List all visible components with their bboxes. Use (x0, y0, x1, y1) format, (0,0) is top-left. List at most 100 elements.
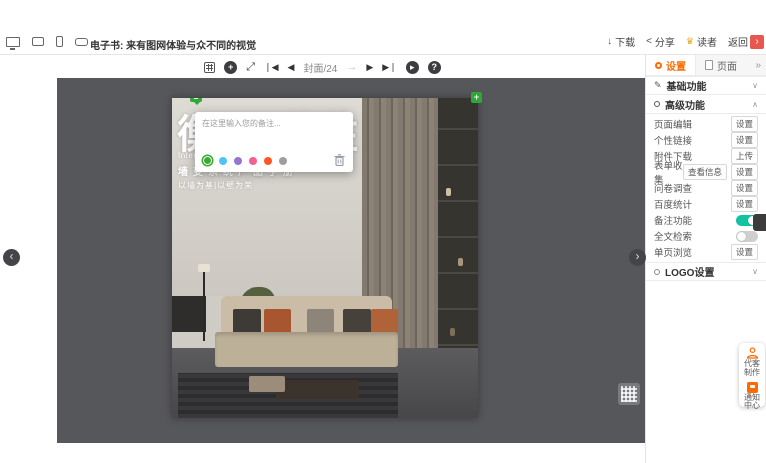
section-advanced-label: 高级功能 (665, 97, 705, 112)
cover-pillow (264, 309, 292, 335)
autoplay-icon[interactable]: ▸ (406, 61, 419, 74)
page-indicator[interactable]: 封面/24 (303, 60, 337, 75)
tab-pages[interactable]: 页面 (696, 55, 746, 75)
feature-controls: 设置 (731, 244, 758, 260)
share-icon: < (646, 36, 652, 47)
first-page-icon[interactable]: ❘◀ (264, 63, 278, 72)
feature-label: 问卷调查 (654, 181, 692, 195)
download-button[interactable]: ↓ 下载 (607, 34, 635, 49)
agent-service-label: 代客制作 (743, 360, 761, 378)
note-color-dot[interactable] (203, 156, 212, 165)
viewer-toolbar: + ⤢ ❘◀ ◀ 封面/24 → ▶ ▶❘ ▸ ? (0, 56, 645, 78)
reader-label: 读者 (697, 34, 717, 49)
sidebar-rows: 页面编辑设置个性链接设置附件下载上传表单收集查看信息设置问卷调查设置百度统计设置… (646, 114, 766, 262)
goto-page-icon[interactable]: → (346, 62, 357, 73)
feature-action-button[interactable]: 设置 (731, 132, 758, 148)
feature-label: 全文检索 (654, 229, 692, 243)
last-page-icon[interactable]: ▶❘ (382, 63, 396, 72)
section-advanced-functions[interactable]: 高级功能 ∧ (646, 95, 766, 114)
feature-toggle[interactable] (736, 231, 758, 242)
note-color-dot[interactable] (279, 157, 287, 165)
add-note-icon[interactable]: + (471, 92, 482, 103)
feature-row: 全文检索 (646, 228, 766, 244)
tab-settings[interactable]: 设置 (646, 55, 696, 75)
cover-pillow (371, 309, 399, 335)
cover-sofa-seat (215, 332, 399, 367)
feature-action-button[interactable]: 设置 (731, 180, 758, 196)
trash-icon[interactable] (334, 154, 345, 166)
notification-center-label: 通知中心 (743, 394, 761, 412)
feature-action-button[interactable]: 设置 (731, 244, 758, 260)
feature-row: 备注功能 (646, 212, 766, 228)
gear-icon (654, 101, 660, 107)
tab-pages-label: 页面 (717, 58, 737, 73)
next-page-nav-button[interactable]: › (629, 249, 646, 266)
prev-page-nav-button[interactable]: ‹ (3, 249, 20, 266)
feature-row: 页面编辑 设置 (646, 116, 766, 132)
floating-helper-widget: 代客制作 通知中心 (739, 343, 765, 407)
share-label: 分享 (655, 34, 675, 49)
zoom-in-icon[interactable]: + (224, 61, 237, 74)
note-color-dot[interactable] (234, 157, 242, 165)
download-icon: ↓ (607, 36, 612, 47)
back-button[interactable]: 返回 › (728, 34, 764, 49)
top-bar: 电子书: 来有图网体验与众不同的视觉 ↓ 下载 < 分享 ♛ 读者 返回 › (0, 30, 766, 55)
feature-controls: 查看信息设置 (683, 164, 758, 180)
cover-console (172, 296, 206, 331)
note-color-row (203, 156, 287, 165)
feature-row: 问卷调查 设置 (646, 180, 766, 196)
toggle-knob (737, 232, 746, 241)
note-color-dot[interactable] (219, 157, 227, 165)
feature-controls: 设置 (731, 132, 758, 148)
shelf-vase (458, 258, 463, 266)
feature-action-button[interactable]: 上传 (731, 148, 758, 164)
feature-label: 备注功能 (654, 213, 692, 227)
card-preview-icon[interactable] (75, 38, 88, 46)
feature-label: 个性链接 (654, 133, 692, 147)
prev-page-icon[interactable]: ◀ (288, 63, 295, 72)
note-color-dot[interactable] (249, 157, 257, 165)
feature-action-button[interactable]: 设置 (731, 196, 758, 212)
phone-preview-icon[interactable] (56, 36, 63, 47)
tab-settings-label: 设置 (666, 58, 686, 73)
thumbnails-icon[interactable] (204, 62, 215, 73)
chevron-down-icon: ∨ (752, 267, 758, 276)
desktop-preview-icon[interactable] (6, 37, 20, 47)
book-cover-page[interactable]: 衡 佳住 Interior Wall Decorating System 墙变系… (172, 98, 478, 418)
back-label: 返回 (728, 34, 748, 49)
fullscreen-icon[interactable]: ⤢ (246, 62, 255, 73)
app-root: 电子书: 来有图网体验与众不同的视觉 ↓ 下载 < 分享 ♛ 读者 返回 › +… (0, 0, 766, 463)
person-icon (746, 347, 759, 359)
sidebar-collapse-icon[interactable]: » (750, 55, 766, 75)
cover-pillow (307, 309, 335, 335)
section-logo-label: LOGO设置 (665, 264, 714, 279)
feature-label: 页面编辑 (654, 117, 692, 131)
share-button[interactable]: < 分享 (646, 34, 675, 49)
note-input[interactable]: 在这里输入您的备注... (202, 118, 281, 129)
notification-icon (747, 382, 758, 393)
feature-controls: 上传 (731, 148, 758, 164)
next-page-icon[interactable]: ▶ (366, 63, 373, 72)
section-logo-settings[interactable]: LOGO设置 ∨ (646, 262, 766, 281)
tablet-preview-icon[interactable] (32, 37, 44, 46)
note-marker-icon[interactable] (190, 98, 202, 102)
qr-code-icon[interactable] (618, 383, 640, 405)
gear-icon (655, 62, 662, 69)
feature-action-button[interactable]: 设置 (731, 116, 758, 132)
feature-action-button[interactable]: 设置 (731, 164, 758, 180)
viewer-stage: 衡 佳住 Interior Wall Decorating System 墙变系… (57, 78, 645, 443)
notification-center-button[interactable]: 通知中心 (743, 382, 761, 412)
feature-label: 单页浏览 (654, 245, 692, 259)
cover-floor-lamp (203, 271, 205, 341)
reader-button[interactable]: ♛ 读者 (686, 34, 717, 49)
note-color-dot[interactable] (264, 157, 272, 165)
cover-side-table (249, 376, 286, 392)
section-basic-functions[interactable]: ✎ 基础功能 ∨ (646, 76, 766, 95)
chevron-right-icon: › (750, 35, 764, 49)
feature-action-button[interactable]: 查看信息 (683, 164, 727, 180)
page-icon (705, 60, 713, 70)
cover-tagline: 以墙为基|以壁为荣 (178, 180, 253, 191)
agent-service-button[interactable]: 代客制作 (743, 347, 761, 378)
help-icon[interactable]: ? (428, 61, 441, 74)
device-preview-switcher (6, 36, 88, 47)
